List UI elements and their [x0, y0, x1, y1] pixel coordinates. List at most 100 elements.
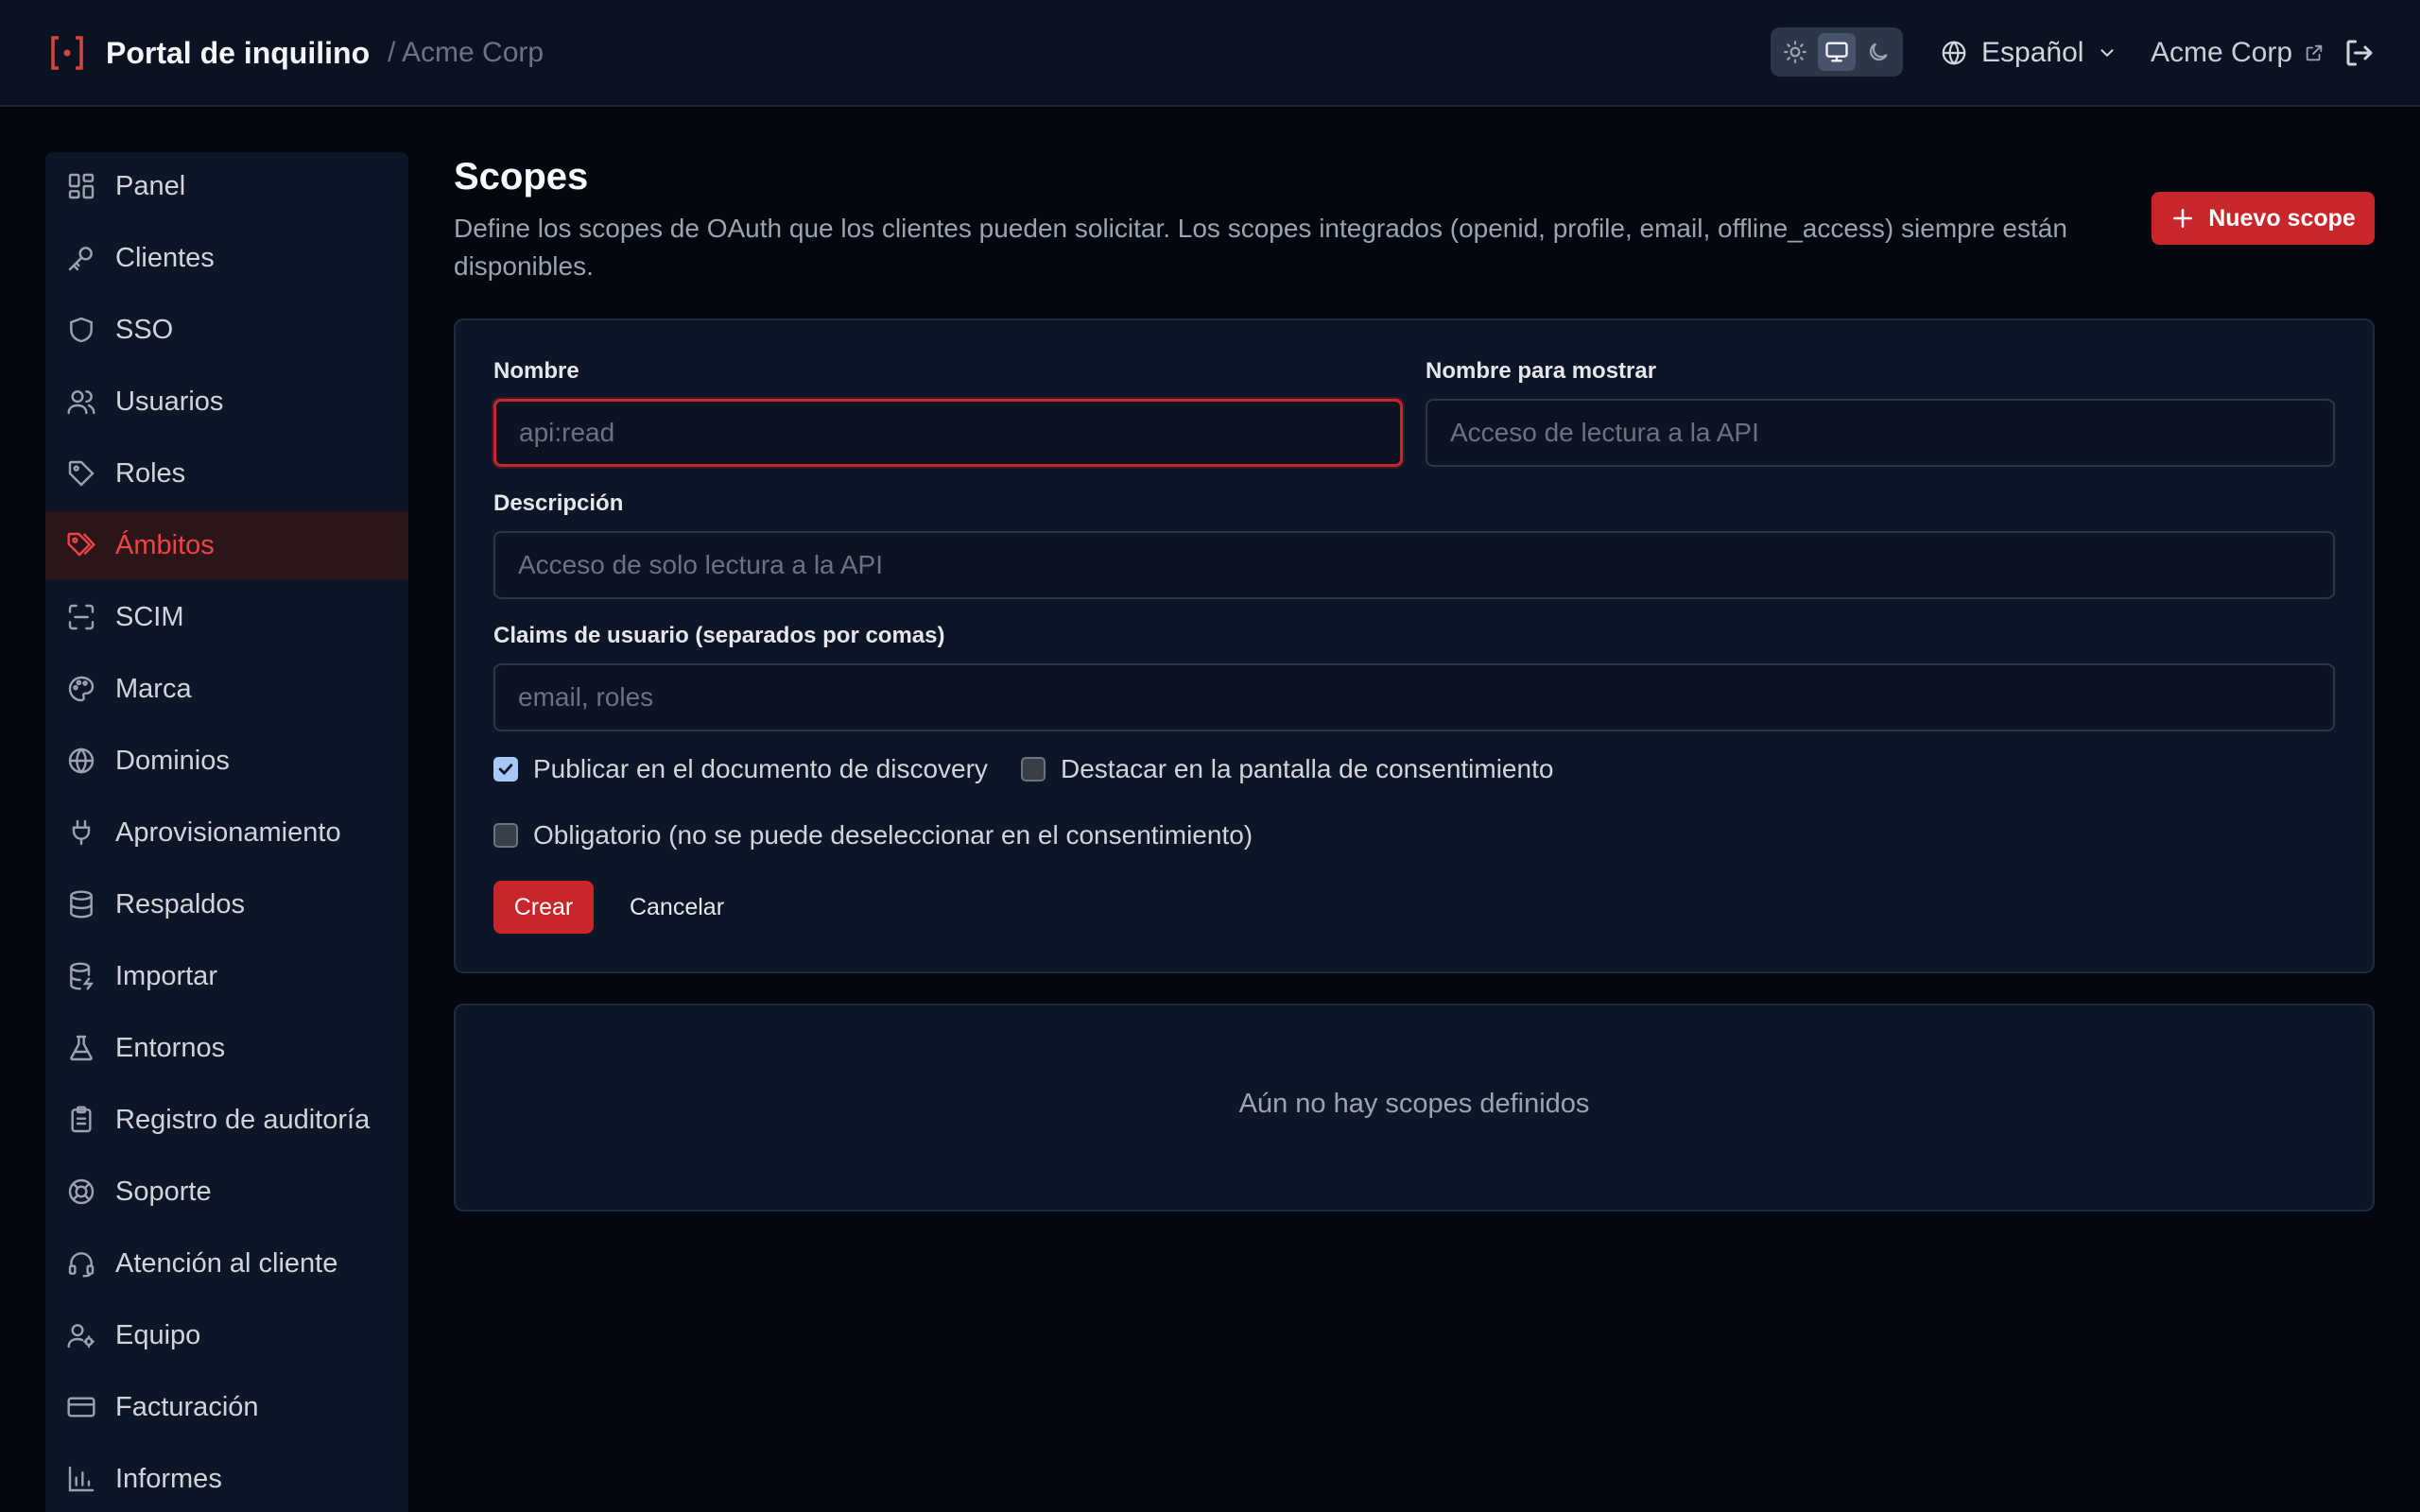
key-icon [68, 247, 93, 271]
sidebar-item-label: Importar [115, 960, 217, 991]
language-label: Español [1981, 37, 2084, 68]
credit-card-icon [67, 1397, 95, 1418]
sidebar-item-scim[interactable]: SCIM [45, 583, 408, 651]
sun-icon [1784, 41, 1806, 63]
external-link-icon [2306, 44, 2323, 61]
top-header: Portal de inquilino / Acme Corp Español [0, 0, 2420, 107]
sidebar-item-sso[interactable]: SSO [45, 296, 408, 364]
sidebar-item-marca[interactable]: Marca [45, 655, 408, 723]
sidebar-item-label: Panel [115, 170, 186, 201]
database-import-icon [70, 962, 95, 990]
sidebar-item-label: Respaldos [115, 888, 246, 919]
claims-input[interactable] [493, 663, 2335, 731]
sidebar-item-label: Usuarios [115, 386, 224, 417]
sidebar-item-label: Soporte [115, 1176, 212, 1207]
headset-icon [68, 1252, 95, 1278]
scope-name-input[interactable] [493, 399, 1403, 467]
sidebar-item-auditoria[interactable]: Registro de auditoría [45, 1086, 408, 1154]
sidebar-item-facturacion[interactable]: Facturación [45, 1373, 408, 1441]
tags-icon [67, 532, 96, 557]
users-icon [67, 390, 95, 415]
description-input[interactable] [493, 531, 2335, 599]
tenant-external-link[interactable]: Acme Corp [2151, 28, 2325, 77]
chevron-down-icon [2100, 49, 2114, 58]
sidebar-item-informes[interactable]: Informes [45, 1445, 408, 1512]
sidebar-item-label: Entornos [115, 1032, 226, 1063]
page-title: Scopes [454, 156, 589, 198]
sidebar-item-panel[interactable]: Panel [45, 152, 408, 220]
flask-icon [70, 1035, 93, 1061]
palette-icon [68, 676, 95, 702]
sidebar-item-label: Aprovisionamiento [115, 816, 341, 848]
sidebar-item-label: Atención al cliente [115, 1247, 338, 1279]
theme-light-button[interactable] [1776, 33, 1814, 71]
dashboard-icon [68, 173, 95, 199]
sidebar-item-roles[interactable]: Roles [45, 439, 408, 507]
plus-icon [2173, 209, 2193, 228]
discovery-checkbox-label: Publicar en el documento de discovery [533, 754, 988, 783]
sidebar-item-label: Facturación [115, 1391, 259, 1422]
globe-icon [68, 747, 95, 774]
sidebar-item-clientes[interactable]: Clientes [45, 224, 408, 292]
tag-icon [68, 460, 95, 487]
sidebar-item-label: Equipo [115, 1319, 201, 1350]
new-scope-button[interactable]: Nuevo scope [2152, 192, 2375, 245]
scan-icon [68, 604, 95, 630]
new-scope-label: Nuevo scope [2208, 204, 2356, 232]
globe-icon [1942, 41, 1966, 65]
sidebar-item-ambitos[interactable]: Ámbitos [45, 511, 408, 579]
theme-toggle [1771, 27, 1903, 77]
bar-chart-icon [68, 1466, 95, 1492]
sidebar-item-label: Roles [115, 457, 186, 489]
monitor-icon [1825, 42, 1848, 62]
sidebar-item-label: Dominios [115, 745, 230, 776]
sidebar-item-soporte[interactable]: Soporte [45, 1158, 408, 1226]
claims-label: Claims de usuario (separados por comas) [493, 623, 945, 648]
sidebar-item-label: Clientes [115, 242, 215, 273]
display-name-label: Nombre para mostrar [1426, 358, 1657, 384]
user-cog-icon [67, 1324, 95, 1349]
theme-system-button[interactable] [1818, 33, 1856, 71]
required-checkbox-row[interactable]: Obligatorio (no se puede deseleccionar e… [493, 820, 1253, 850]
page-description: Define los scopes de OAuth que los clien… [454, 214, 2067, 281]
database-icon [70, 890, 93, 919]
sidebar: Panel Clientes SSO Usuarios Roles Ámbito… [45, 152, 408, 1512]
sidebar-item-respaldos[interactable]: Respaldos [45, 870, 408, 938]
breadcrumb: / Acme Corp [388, 37, 544, 68]
sidebar-item-equipo[interactable]: Equipo [45, 1301, 408, 1369]
scopes-list-card: Aún no hay scopes definidos [454, 1004, 2375, 1211]
consent-checkbox-label: Destacar en la pantalla de consentimient… [1061, 754, 1554, 783]
sidebar-item-label: SCIM [115, 601, 184, 632]
sidebar-item-dominios[interactable]: Dominios [45, 727, 408, 795]
cancel-button[interactable]: Cancelar [611, 881, 743, 934]
sidebar-item-label: Ámbitos [115, 529, 215, 560]
tenant-link-label: Acme Corp [2151, 37, 2293, 68]
sidebar-item-importar[interactable]: Importar [45, 942, 408, 1010]
check-icon [498, 764, 513, 775]
description-label: Descripción [493, 490, 624, 516]
lifebuoy-icon [68, 1178, 95, 1205]
language-selector[interactable]: Español [1940, 28, 2118, 77]
name-label: Nombre [493, 358, 579, 384]
sidebar-item-usuarios[interactable]: Usuarios [45, 368, 408, 436]
sidebar-item-label: Marca [115, 673, 192, 704]
sidebar-item-atencion[interactable]: Atención al cliente [45, 1229, 408, 1297]
consent-checkbox[interactable] [1021, 757, 1046, 782]
sidebar-item-label: Informes [115, 1463, 222, 1494]
logout-icon[interactable] [2342, 36, 2377, 70]
discovery-checkbox[interactable] [493, 757, 518, 782]
plug-icon [72, 819, 91, 846]
consent-checkbox-row[interactable]: Destacar en la pantalla de consentimient… [1021, 754, 1553, 784]
sidebar-item-entornos[interactable]: Entornos [45, 1014, 408, 1082]
brand-logo-icon [51, 36, 83, 70]
display-name-input[interactable] [1426, 399, 2335, 467]
create-button[interactable]: Crear [493, 881, 594, 934]
discovery-checkbox-row[interactable]: Publicar en el documento de discovery [493, 754, 988, 784]
shield-icon [70, 317, 93, 343]
required-checkbox[interactable] [493, 823, 518, 848]
moon-icon [1869, 43, 1888, 61]
sidebar-item-aprovisionamiento[interactable]: Aprovisionamiento [45, 799, 408, 867]
empty-state-text: Aún no hay scopes definidos [1238, 1089, 1590, 1119]
clipboard-icon [71, 1106, 92, 1133]
theme-dark-button[interactable] [1859, 33, 1897, 71]
